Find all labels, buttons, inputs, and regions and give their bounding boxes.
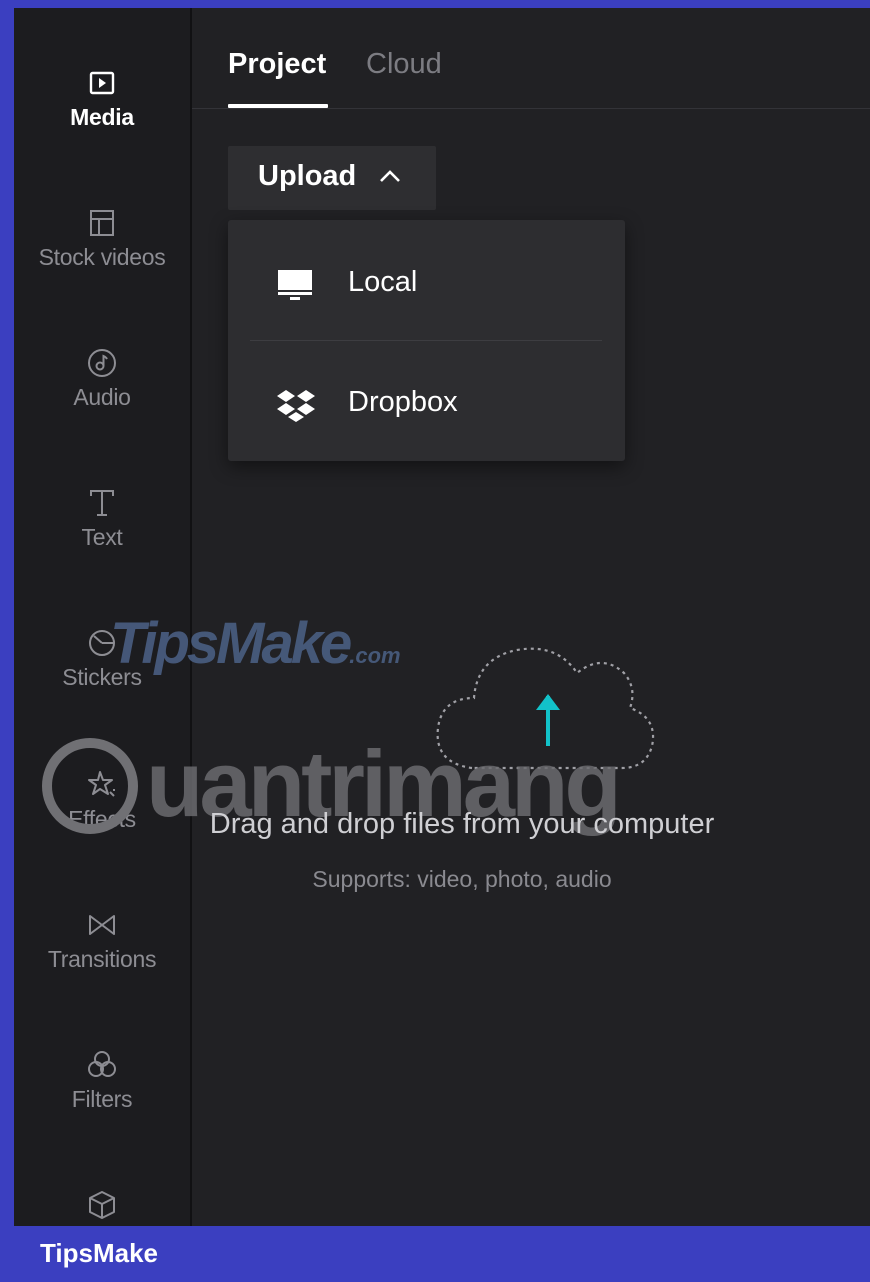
tab-project[interactable]: Project — [228, 48, 326, 81]
menu-item-label: Local — [348, 266, 418, 298]
menu-item-label: Dropbox — [348, 386, 458, 418]
sidebar-item-label: Filters — [71, 1086, 133, 1112]
elements-icon — [89, 1191, 115, 1219]
media-icon — [89, 71, 115, 95]
text-icon — [90, 490, 114, 516]
audio-icon — [88, 349, 116, 377]
watermark-suffix: .com — [349, 643, 401, 668]
frame-top-border — [0, 0, 870, 8]
frame-left-border — [0, 0, 14, 1282]
drop-zone-subtitle: Supports: video, photo, audio — [312, 866, 612, 892]
upload-button-label: Upload — [258, 160, 357, 192]
tipsmake-watermark: TipsMake.com — [110, 610, 401, 677]
menu-item-local[interactable]: Local — [228, 234, 625, 334]
menu-item-dropbox[interactable]: Dropbox — [228, 354, 625, 454]
watermark-text: TipsMake — [110, 611, 352, 676]
active-tab-indicator — [228, 104, 328, 108]
sidebar-item-filters[interactable]: Filters — [14, 1048, 190, 1113]
brand-footer: TipsMake — [0, 1226, 870, 1282]
sidebar-item-label: Stock videos — [38, 244, 166, 270]
drop-zone-title: Drag and drop files from your computer — [209, 808, 715, 840]
sidebar-item-stock-videos[interactable]: Stock videos — [14, 206, 190, 271]
filters-icon — [88, 1051, 116, 1077]
sidebar-item-label: Media — [70, 104, 134, 130]
transitions-icon — [89, 915, 115, 935]
sidebar-item-label: Audio — [73, 384, 131, 410]
upload-button[interactable]: Upload — [228, 146, 436, 210]
sidebar-item-label: Transitions — [47, 946, 157, 972]
chevron-up-icon — [380, 170, 400, 182]
sidebar-item-elements[interactable] — [14, 1188, 190, 1222]
editor-panel: Media Stock videos Audio Text Stickers E… — [14, 8, 870, 1226]
sidebar-item-media[interactable]: Media — [14, 66, 190, 131]
brand-label: TipsMake — [40, 1238, 159, 1268]
sidebar-item-label: Text — [81, 524, 123, 550]
dropbox-icon — [277, 390, 315, 422]
computer-icon — [278, 270, 312, 300]
sidebar-item-text[interactable]: Text — [14, 486, 190, 551]
sidebar-item-transitions[interactable]: Transitions — [14, 908, 190, 973]
tab-bar: Project Cloud — [192, 8, 870, 109]
upload-dropdown-menu: Local Dropbox — [228, 220, 625, 461]
menu-divider — [250, 340, 602, 341]
stock-videos-icon — [90, 210, 114, 236]
sidebar-item-audio[interactable]: Audio — [14, 346, 190, 411]
tab-cloud[interactable]: Cloud — [366, 48, 442, 81]
